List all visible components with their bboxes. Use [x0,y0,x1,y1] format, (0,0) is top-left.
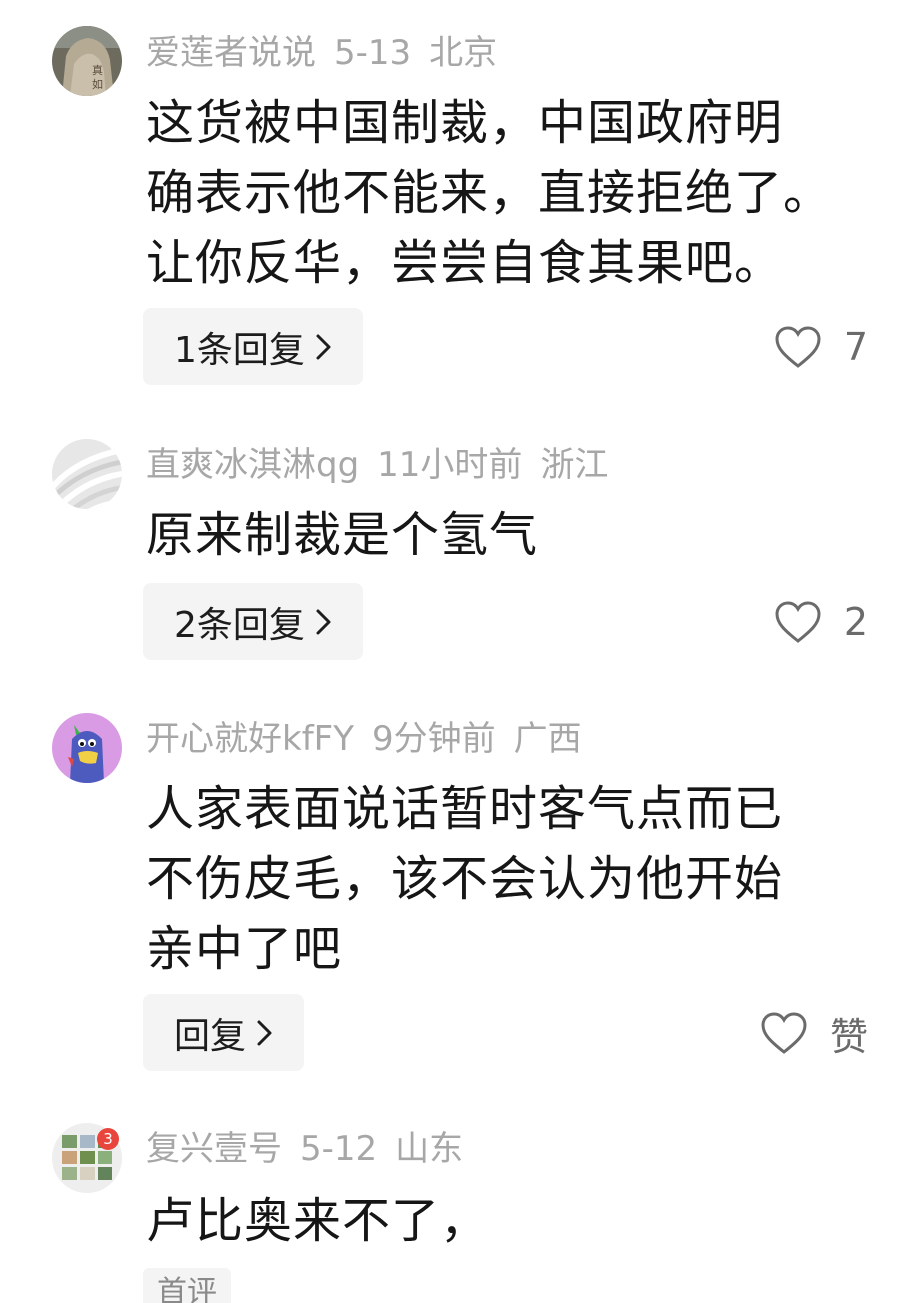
user-avatar[interactable] [52,713,122,783]
user-avatar[interactable]: 真 如 [52,26,122,96]
reply-label: 2条回复 [174,604,305,646]
username[interactable]: 爱莲者说说 [146,33,316,73]
like-button[interactable]: 7 [774,317,868,377]
comment-line: 原来制裁是个氢气 [146,507,539,563]
badge-count: 3 [103,1130,113,1148]
location: 广西 [513,719,582,759]
chevron-right-icon [316,334,331,359]
location: 浙江 [540,445,609,485]
svg-text:如: 如 [92,77,103,91]
comment-line: 这货被中国制裁，中国政府明 [146,95,784,151]
username[interactable]: 开心就好kfFY [146,719,354,759]
like-count: 7 [843,325,868,369]
timestamp: 5-13 [334,33,412,73]
timestamp: 11小时前 [377,445,523,485]
timestamp: 9分钟前 [371,719,496,759]
reply-label: 回复 [174,1015,247,1057]
comment-text[interactable]: 这货被中国制裁，中国政府明 确表示他不能来，直接拒绝了。 让你反华，尝尝自食其果… [146,88,876,298]
notification-badge: 3 [97,1128,119,1150]
comment-text[interactable]: 人家表面说话暂时客气点而已 不伤皮毛，该不会认为他开始 亲中了吧 [146,774,876,984]
comment-line: 亲中了吧 [146,921,343,977]
chevron-right-icon [257,1020,272,1045]
reply-button[interactable]: 回复 [143,994,305,1071]
heart-icon [775,326,821,368]
comment-meta: 复兴壹号 5-12 山东 [146,1124,481,1174]
comment-text[interactable]: 卢比奥来不了， [146,1186,876,1256]
comment-line: 让你反华，尝尝自食其果吧。 [146,235,784,291]
reply-label: 1条回复 [174,329,305,371]
comment-list: 真 如 爱莲者说说 5-13 北京 这货被中国制裁，中国政府明 确表示他不能来，直接… [0,0,918,1303]
like-label: 赞 [829,1014,868,1059]
view-replies-button[interactable]: 2条回复 [143,583,363,660]
heart-icon [761,1012,807,1054]
comment-meta: 开心就好kfFY 9分钟前 广西 [146,714,600,764]
comment-line: 不伤皮毛，该不会认为他开始 [146,851,784,907]
comment-meta: 爱莲者说说 5-13 北京 [146,28,515,78]
first-comment-tag: 首评 [143,1268,231,1303]
view-replies-button[interactable]: 1条回复 [143,308,363,385]
like-count: 2 [843,600,868,644]
username[interactable]: 复兴壹号 [146,1129,282,1169]
chevron-right-icon [316,609,331,634]
rock-avatar-icon: 真 如 [52,26,122,96]
swirl-avatar-icon [52,439,122,509]
heart-icon [775,601,821,643]
location: 山东 [395,1129,464,1169]
comment-line: 卢比奥来不了， [146,1193,490,1249]
username[interactable]: 直爽冰淇淋qg [146,445,359,485]
penguin-avatar-icon [52,713,122,783]
timestamp: 5-12 [300,1129,378,1169]
comment-text[interactable]: 原来制裁是个氢气 [146,500,876,570]
comment-line: 人家表面说话暂时客气点而已 [146,781,784,837]
location: 北京 [429,33,498,73]
comment-line: 确表示他不能来，直接拒绝了。 [146,165,833,221]
user-avatar[interactable] [52,439,122,509]
svg-text:真: 真 [92,63,103,77]
like-button[interactable]: 2 [774,592,868,652]
like-button[interactable]: 赞 [760,1003,868,1063]
comment-meta: 直爽冰淇淋qg 11小时前 浙江 [146,440,626,490]
